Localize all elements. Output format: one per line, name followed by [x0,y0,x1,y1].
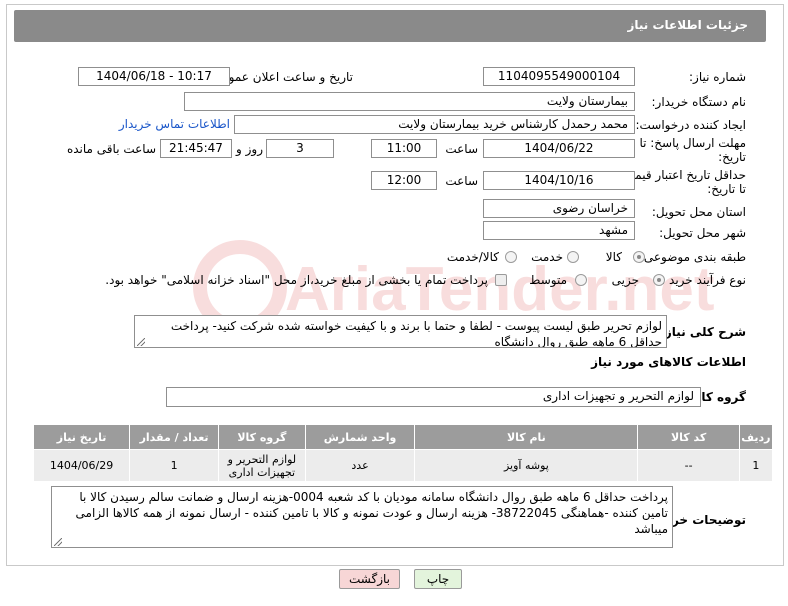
process-radio-minor[interactable] [653,274,665,286]
column-header-item-code: کد کالا [637,424,740,450]
process-label: نوع فرآیند خرید : [661,273,746,287]
validity-time-label: ساعت [445,174,478,188]
cell-row-number: 1 [738,449,774,482]
column-header-item-group: گروه کالا [218,424,306,450]
treasury-payment-checkbox[interactable] [495,274,507,286]
resize-grip-icon[interactable] [137,338,145,346]
validity-time-field: 12:00 [371,171,437,190]
cell-item-code: -- [637,449,740,482]
province-field: خراسان رضوی [483,199,635,218]
column-header-quantity: تعداد / مقدار [129,424,219,450]
treasury-payment-note: پرداخت تمام یا بخشی از مبلغ خرید،از محل … [105,273,488,287]
deadline-time-field: 11:00 [371,139,437,158]
cell-unit: عدد [304,449,416,482]
deadline-date-field: 1404/06/22 [483,139,635,158]
province-label: استان محل تحویل: [651,205,746,219]
deadline-label: مهلت ارسال پاسخ: تا [639,136,746,150]
resize-grip-icon[interactable] [54,538,62,546]
process-option-minor: جزیی [611,273,639,287]
back-button[interactable]: بازگشت [339,569,400,589]
validity-label: حداقل تاریخ اعتبار قیمت: [619,168,746,182]
validity-date-field: 1404/10/16 [483,171,635,190]
category-radio-goods-service[interactable] [505,251,517,263]
summary-label: شرح کلی نیاز: [660,325,746,339]
days-label: روز و [236,142,263,156]
buyer-notes-textarea[interactable]: پرداخت حداقل 6 ماهه طبق روال دانشگاه سام… [51,486,673,548]
days-field: 3 [266,139,334,158]
buyer-org-label: نام دستگاه خریدار: [651,95,747,109]
category-option-goods-service: کالا/خدمت [446,250,499,264]
category-radio-goods[interactable] [633,251,645,263]
print-button[interactable]: چاپ [414,569,462,589]
need-number-label: شماره نیاز: [689,70,746,84]
category-label: طبقه بندی موضوعی: [639,250,746,264]
validity-label-2: تا تاریخ: [707,182,746,196]
column-header-row-number: ردیف [738,424,774,450]
cell-need-date: 1404/06/29 [32,449,131,482]
remaining-time-field: 21:45:47 [160,139,232,158]
category-option-service: خدمت [531,250,563,264]
table-header-row: ردیف کد کالا نام کالا واحد شمارش گروه کا… [32,424,774,450]
column-header-item-name: نام کالا [414,424,639,450]
need-number-field: 1104095549000104 [483,67,635,86]
buyer-contact-link[interactable]: اطلاعات تماس خریدار [119,117,230,131]
city-field: مشهد [483,221,635,240]
cell-quantity: 1 [129,449,219,482]
summary-textarea[interactable]: لوازم تحریر طبق لیست پیوست - لطفا و حتما… [134,315,667,348]
column-header-need-date: تاریخ نیاز [32,424,131,450]
goods-section-title: اطلاعات کالاهای مورد نیاز [591,355,746,369]
city-label: شهر محل تحویل: [659,226,746,240]
process-option-medium: متوسط [529,273,567,287]
category-radio-service[interactable] [567,251,579,263]
deadline-label-2: تاریخ: [718,150,746,164]
process-radio-medium[interactable] [575,274,587,286]
table-row: 1 -- پوشه آویز عدد لوازم التحریر و تجهیز… [32,449,774,482]
creator-label: ایجاد کننده درخواست: [635,118,746,132]
column-header-unit: واحد شمارش [304,424,416,450]
announce-date-field: 1404/06/18 - 10:17 [78,67,230,86]
panel-title: جزئیات اطلاعات نیاز [627,18,748,32]
goods-group-field: لوازم التحریر و تجهیزات اداری [166,387,701,407]
cell-item-group: لوازم التحریر و تجهیزات اداری [218,449,306,482]
goods-table: ردیف کد کالا نام کالا واحد شمارش گروه کا… [32,424,774,482]
deadline-time-label: ساعت [445,142,478,156]
buyer-org-field: بیمارستان ولایت [184,92,635,111]
remaining-time-label: ساعت باقی مانده [66,142,156,156]
panel-header: جزئیات اطلاعات نیاز [14,10,766,42]
creator-field: محمد رحمدل کارشناس خرید بیمارستان ولایت [234,115,635,134]
cell-item-name: پوشه آویز [414,449,639,482]
category-option-goods: کالا [605,250,622,264]
